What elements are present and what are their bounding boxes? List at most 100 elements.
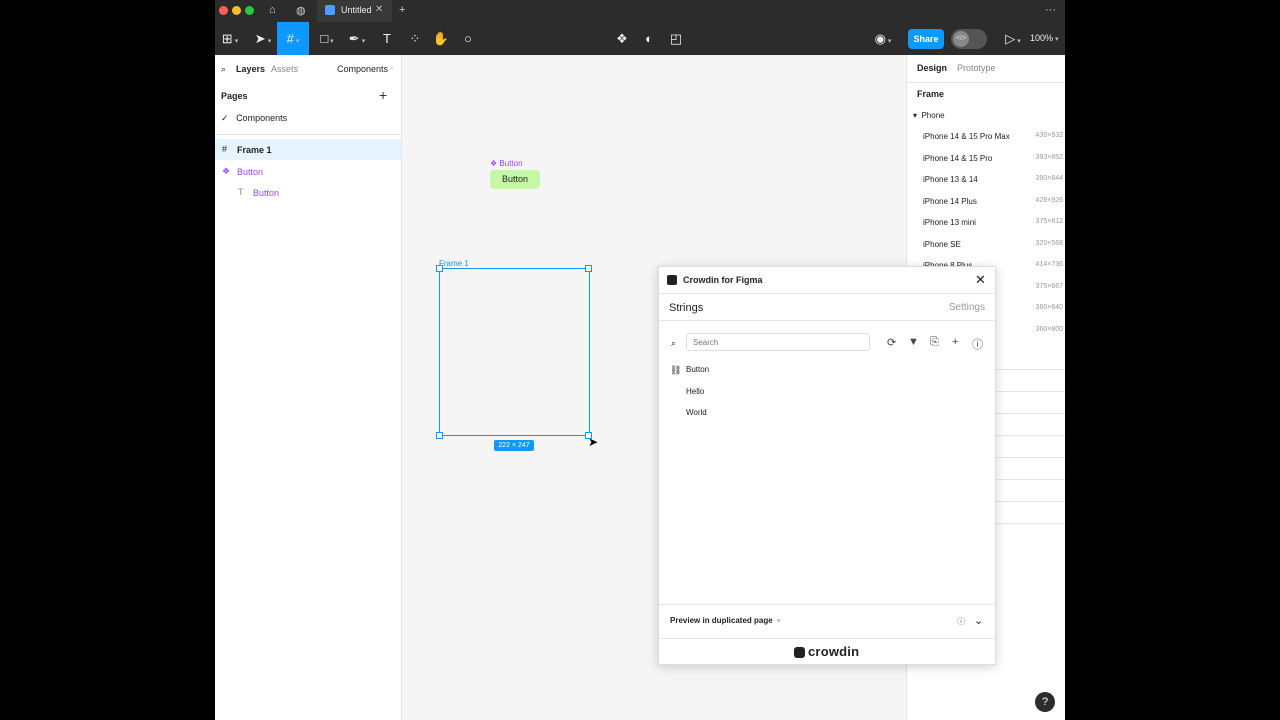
preset-size: 375×812 xyxy=(1035,218,1063,225)
help-button[interactable]: ? xyxy=(1035,692,1055,712)
resize-handle-top-left[interactable] xyxy=(436,265,443,272)
search-icon: ⌕ xyxy=(671,338,677,348)
left-panel-tabs: ⌕ Layers Assets Components ^ xyxy=(221,63,393,77)
tab-layers[interactable]: Layers xyxy=(236,64,265,74)
globe-icon[interactable]: ◍ xyxy=(296,4,306,17)
frame-preset[interactable]: iPhone 14 & 15 Pro 393×852 xyxy=(923,154,1063,163)
components-dropdown-label: Components xyxy=(337,64,389,74)
close-icon[interactable]: ✕ xyxy=(975,272,986,288)
more-icon[interactable]: ··· xyxy=(1045,4,1056,16)
zoom-window-button[interactable] xyxy=(245,6,254,15)
layer-frame-1[interactable]: # Frame 1 xyxy=(215,139,401,160)
text-tool-button[interactable]: T xyxy=(372,22,402,55)
preset-name: iPhone SE xyxy=(923,240,961,249)
pages-heading: Pages xyxy=(221,91,248,101)
search-icon[interactable]: ⌕ xyxy=(221,64,226,75)
dimensions-badge: 222 × 247 xyxy=(494,440,534,451)
preview-footer: Preview in duplicated page ▾ ⓘ ⌄ xyxy=(659,604,995,639)
chevron-down-icon[interactable]: ⌄ xyxy=(974,614,983,627)
frame-preset[interactable]: iPhone 13 & 14 390×844 xyxy=(923,175,1063,184)
main-menu-button[interactable]: ⊞ ▾ xyxy=(215,22,245,55)
share-button[interactable]: Share xyxy=(908,29,944,49)
resize-handle-bottom-left[interactable] xyxy=(436,432,443,439)
filter-icon[interactable]: ▼ xyxy=(908,336,919,348)
string-item[interactable]: Hello xyxy=(686,387,704,396)
tab-prototype[interactable]: Prototype xyxy=(957,63,996,73)
new-tab-icon[interactable]: + xyxy=(399,4,405,16)
search-input[interactable] xyxy=(686,333,870,351)
resize-handle-top-right[interactable] xyxy=(585,265,592,272)
crowdin-logo-icon xyxy=(794,647,805,659)
crowdin-logo-icon xyxy=(667,275,677,285)
layer-label: Frame 1 xyxy=(237,145,272,155)
hand-tool-button[interactable]: ✋ xyxy=(426,22,456,55)
frame-preset[interactable]: iPhone 14 & 15 Pro Max 430×932 xyxy=(923,132,1063,141)
component-name-text: Button xyxy=(499,159,523,168)
preset-size: 390×844 xyxy=(1035,175,1063,182)
refresh-icon[interactable]: ⟳ xyxy=(887,336,896,349)
comment-tool-button[interactable]: ○ xyxy=(453,22,483,55)
frame-icon: # xyxy=(222,144,228,154)
home-icon[interactable]: ⌂ xyxy=(269,4,276,16)
cursor-icon: ➤ xyxy=(588,435,599,449)
frame-tool-button[interactable]: # ▾ xyxy=(277,22,309,55)
layer-button-component[interactable]: ❖ Button xyxy=(215,161,401,182)
frame-preset[interactable]: iPhone 13 mini 375×812 xyxy=(923,218,1063,227)
preset-name: iPhone 14 Plus xyxy=(923,197,977,206)
frame-preset[interactable]: iPhone 14 Plus 428×926 xyxy=(923,197,1063,206)
close-tab-icon[interactable]: ✕ xyxy=(375,4,383,15)
frame-name-label[interactable]: Frame 1 xyxy=(439,259,469,268)
plugin-title: Crowdin for Figma xyxy=(683,275,763,285)
layer-label: Button xyxy=(237,167,264,177)
dev-mode-toggle[interactable]: </> xyxy=(951,29,987,49)
file-search-icon[interactable]: ⎘ xyxy=(930,336,939,349)
pen-tool-button[interactable]: ✒ ▾ xyxy=(342,22,372,55)
move-tool-button[interactable]: ➤ ▾ xyxy=(248,22,278,55)
preset-name: iPhone 13 mini xyxy=(923,218,976,227)
frame-icon: # xyxy=(286,31,294,46)
divider xyxy=(215,134,401,135)
string-item[interactable]: Button xyxy=(686,365,709,374)
add-icon[interactable]: + xyxy=(952,336,958,348)
preset-size: 428×926 xyxy=(1035,197,1063,204)
minimize-window-button[interactable] xyxy=(232,6,241,15)
preset-size: 360×640 xyxy=(1035,304,1063,311)
preset-size: 414×736 xyxy=(1035,261,1063,268)
frame-preset[interactable]: iPhone SE 320×568 xyxy=(923,240,1063,249)
crop-icon[interactable]: ◰ xyxy=(661,22,691,55)
add-page-icon[interactable]: + xyxy=(379,87,387,103)
nav-strings[interactable]: Strings xyxy=(669,302,703,314)
file-tab[interactable]: Untitled ✕ xyxy=(317,0,392,22)
mask-icon[interactable]: ◐ xyxy=(634,22,664,55)
link-icon: ⛓ xyxy=(670,365,682,375)
multiplayer-avatar[interactable]: ◉ ▾ xyxy=(868,22,898,55)
layer-button-text[interactable]: T Button xyxy=(215,182,401,203)
preset-size: 375×667 xyxy=(1035,283,1063,290)
nav-settings[interactable]: Settings xyxy=(949,302,985,313)
category-label: Phone xyxy=(921,111,945,120)
figma-window: ⌂ ◍ Untitled ✕ + ··· ⊞ ▾ ➤ ▾ # ▾ □ ▾ ✒ ▾ T ⁘ … xyxy=(215,0,1065,720)
string-item[interactable]: World xyxy=(686,408,707,417)
page-item-components[interactable]: ✓ Components xyxy=(221,113,287,124)
preset-size: 320×568 xyxy=(1035,240,1063,247)
preset-category-phone[interactable]: ▾ Phone xyxy=(913,111,945,120)
components-dropdown[interactable]: Components ^ xyxy=(337,64,393,74)
tab-assets[interactable]: Assets xyxy=(271,64,298,74)
component-icon[interactable]: ❖ xyxy=(607,22,637,55)
question-icon[interactable]: ⓘ xyxy=(957,616,965,627)
frame-1[interactable] xyxy=(439,268,590,436)
preview-dropdown[interactable]: Preview in duplicated page ▾ xyxy=(670,616,780,625)
component-name-label[interactable]: ❖ Button xyxy=(490,159,523,168)
preset-size: 360×800 xyxy=(1035,326,1063,333)
zoom-dropdown[interactable]: 100% ▾ xyxy=(1030,22,1059,56)
divider xyxy=(907,82,1065,83)
help-circle-icon[interactable]: ⓘ xyxy=(972,336,983,352)
close-window-button[interactable] xyxy=(219,6,228,15)
shape-tool-button[interactable]: □ ▾ xyxy=(312,22,342,55)
plugin-header: Crowdin for Figma ✕ xyxy=(659,267,995,294)
present-button[interactable]: ▷ ▾ xyxy=(998,22,1028,55)
zoom-level: 100% xyxy=(1030,33,1054,43)
figma-file-icon xyxy=(325,5,335,15)
button-component[interactable]: Button xyxy=(490,170,540,189)
tab-design[interactable]: Design xyxy=(917,63,947,73)
